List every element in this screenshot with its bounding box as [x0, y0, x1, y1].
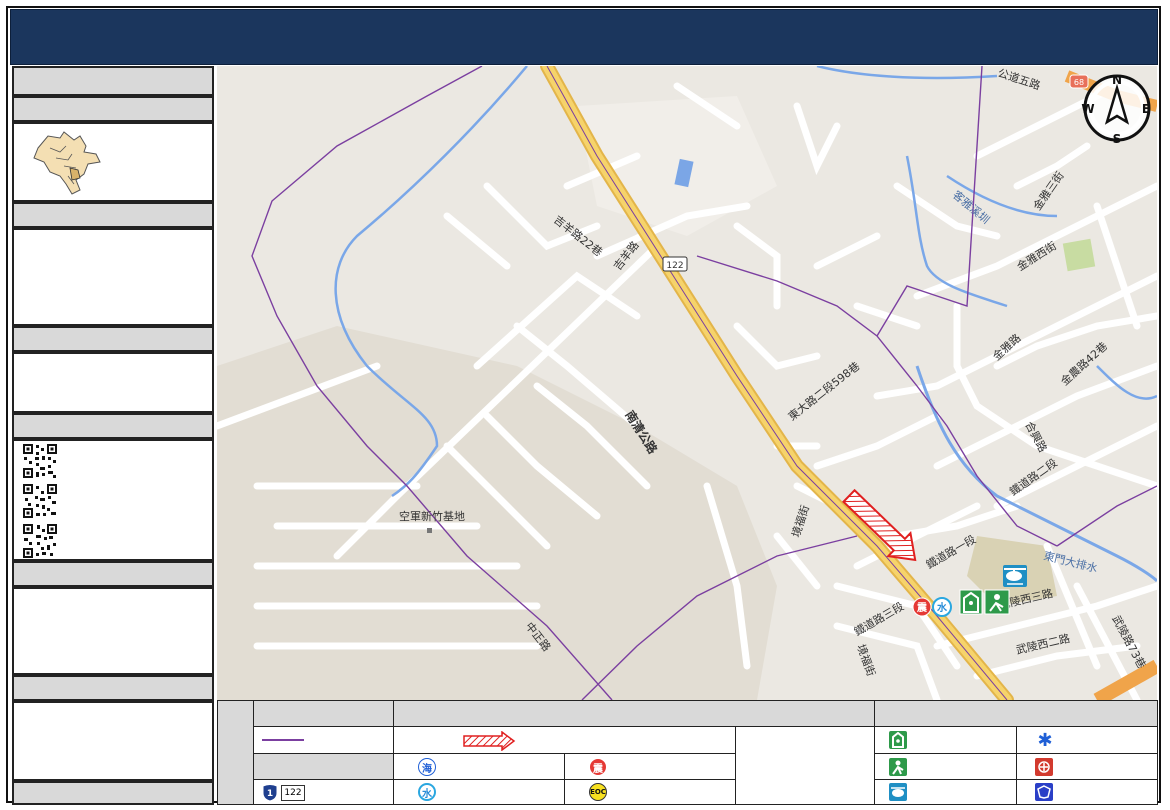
legend-police-cell	[1016, 779, 1158, 805]
sidebar	[10, 65, 216, 806]
sidebar-body-4	[12, 352, 214, 413]
legend-fire-cell	[1016, 753, 1158, 780]
svg-text:水: 水	[936, 601, 948, 614]
legend-water-cell: 水	[393, 779, 565, 805]
legend-arrow-cell	[393, 726, 736, 754]
fire-department-icon	[1035, 758, 1053, 776]
map-svg: 空軍新竹基地 南清公路 吉羊路 吉羊路22巷 中正路 東大路二段598巷 境福街…	[217, 66, 1157, 700]
sidebar-body-7	[12, 701, 214, 781]
helicopter-icon	[1003, 565, 1027, 587]
svg-text:68: 68	[1074, 78, 1084, 87]
boundary-line-swatch	[262, 739, 304, 741]
earthquake-icon: 震	[589, 758, 607, 776]
sidebar-header-location	[12, 96, 214, 122]
sidebar-header-3	[12, 202, 214, 228]
svg-text:E: E	[1142, 102, 1150, 116]
legend-eoc-cell: EOC	[564, 779, 736, 805]
shelter-icon	[959, 589, 983, 615]
map-legend: ✱ 海 震 1 122 水 EOC	[217, 700, 1158, 805]
water-badge-icon: 水	[932, 597, 952, 617]
legend-blank-cell	[735, 726, 875, 805]
legend-header-route	[393, 700, 875, 727]
qr-codes	[23, 444, 57, 558]
evacuation-legend-icon	[889, 758, 907, 776]
shelter-legend-icon	[889, 731, 907, 749]
svg-text:122: 122	[666, 261, 683, 271]
sidebar-body-3	[12, 228, 214, 326]
legend-side-header	[217, 700, 254, 805]
legend-shield-cell: 1 122	[253, 779, 394, 805]
sidebar-body-6	[12, 587, 214, 675]
evacuation-site-icon	[984, 589, 1010, 615]
location-map-panel	[12, 122, 214, 202]
shield-122-icon: 122	[662, 256, 688, 272]
sidebar-header-8	[12, 781, 214, 805]
provincial-highway-icon: 1	[262, 784, 278, 802]
qr-panel	[12, 439, 214, 561]
svg-text:W: W	[1081, 102, 1094, 116]
map-canvas[interactable]: 空軍新竹基地 南清公路 吉羊路 吉羊路22巷 中正路 東大路二段598巷 境福街…	[217, 66, 1157, 700]
legend-medical-cell: ✱	[1016, 726, 1158, 754]
legend-shelter-cell	[874, 726, 1017, 754]
helicopter-legend-icon	[889, 783, 907, 801]
sidebar-header-7	[12, 675, 214, 701]
police-station-icon	[1035, 783, 1053, 801]
title-bar	[10, 9, 1158, 65]
sidebar-header-1	[12, 66, 214, 96]
flood-icon: 水	[418, 783, 436, 801]
qr-code-3-icon	[23, 524, 57, 558]
legend-quake-cell: 震	[564, 753, 736, 780]
svg-text:震: 震	[917, 602, 928, 614]
shield-68-icon: 68	[1069, 74, 1089, 89]
district-thumbnail	[33, 131, 101, 195]
legend-header-boundary	[253, 700, 394, 727]
svg-text:N: N	[1112, 73, 1122, 87]
eoc-icon: EOC	[589, 783, 607, 801]
sidebar-header-6	[12, 561, 214, 587]
svg-text:1: 1	[267, 789, 273, 799]
park-area	[1062, 238, 1096, 272]
county-road-shield: 122	[281, 785, 305, 801]
legend-boundary-cell	[253, 726, 394, 754]
qr-code-1-icon	[23, 444, 57, 478]
legend-heli-cell	[874, 779, 1017, 805]
legend-header-facilities	[874, 700, 1158, 727]
legend-sea-cell: 海	[393, 753, 565, 780]
arrow-swatch-icon	[463, 731, 516, 751]
sidebar-header-4	[12, 326, 214, 352]
legend-evac-cell	[874, 753, 1017, 780]
earthquake-badge-icon: 震	[912, 597, 932, 617]
label-airbase: 空軍新竹基地	[399, 509, 465, 523]
qr-code-2-icon	[23, 484, 57, 518]
sea-icon: 海	[418, 758, 436, 776]
legend-subheader-road	[253, 753, 394, 780]
star-of-life-icon: ✱	[1037, 729, 1053, 751]
sidebar-header-qr	[12, 413, 214, 439]
svg-text:S: S	[1113, 132, 1122, 146]
